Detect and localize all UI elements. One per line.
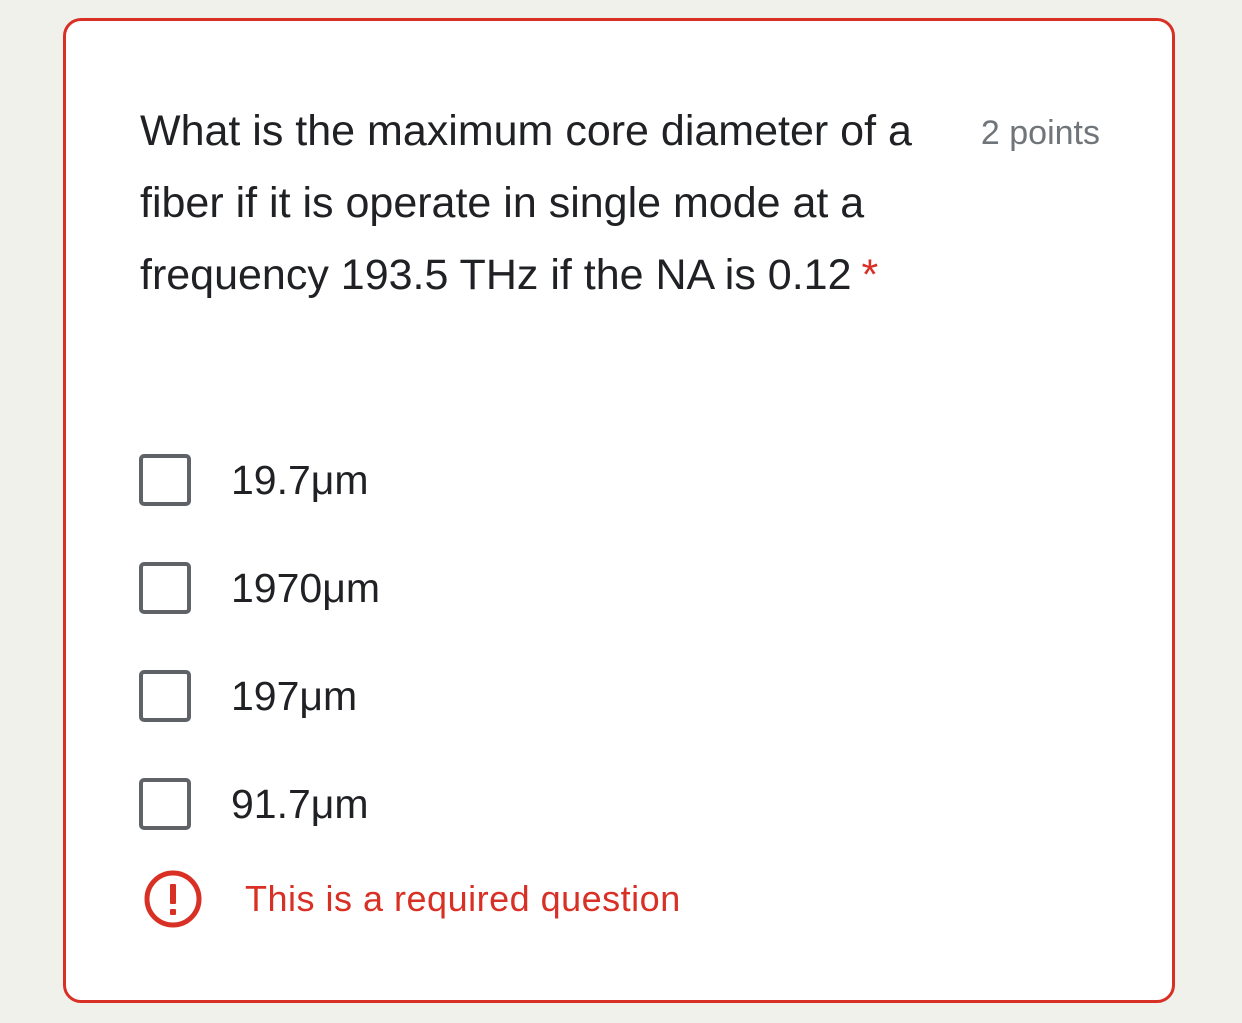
error-exclamation-icon (144, 870, 202, 928)
question-card: What is the maximum core diameter of a f… (63, 18, 1175, 1003)
required-error: This is a required question (143, 869, 681, 929)
option-91-7um[interactable]: 91.7μm (139, 774, 369, 834)
checkbox[interactable] (139, 670, 191, 722)
option-label[interactable]: 19.7μm (231, 457, 369, 504)
option-label[interactable]: 91.7μm (231, 781, 369, 828)
required-asterisk: * (861, 251, 879, 299)
checkbox[interactable] (139, 778, 191, 830)
option-label[interactable]: 1970μm (231, 565, 380, 612)
points-label: 2 points (980, 114, 1100, 152)
checkbox[interactable] (139, 454, 191, 506)
checkbox[interactable] (139, 562, 191, 614)
error-message: This is a required question (245, 878, 681, 919)
option-197um[interactable]: 197μm (139, 666, 357, 726)
option-1970um[interactable]: 1970μm (139, 558, 380, 618)
option-label[interactable]: 197μm (231, 673, 357, 720)
question-title: What is the maximum core diameter of a f… (140, 95, 960, 311)
option-19-7um[interactable]: 19.7μm (139, 450, 369, 510)
question-text: What is the maximum core diameter of a f… (140, 107, 912, 299)
